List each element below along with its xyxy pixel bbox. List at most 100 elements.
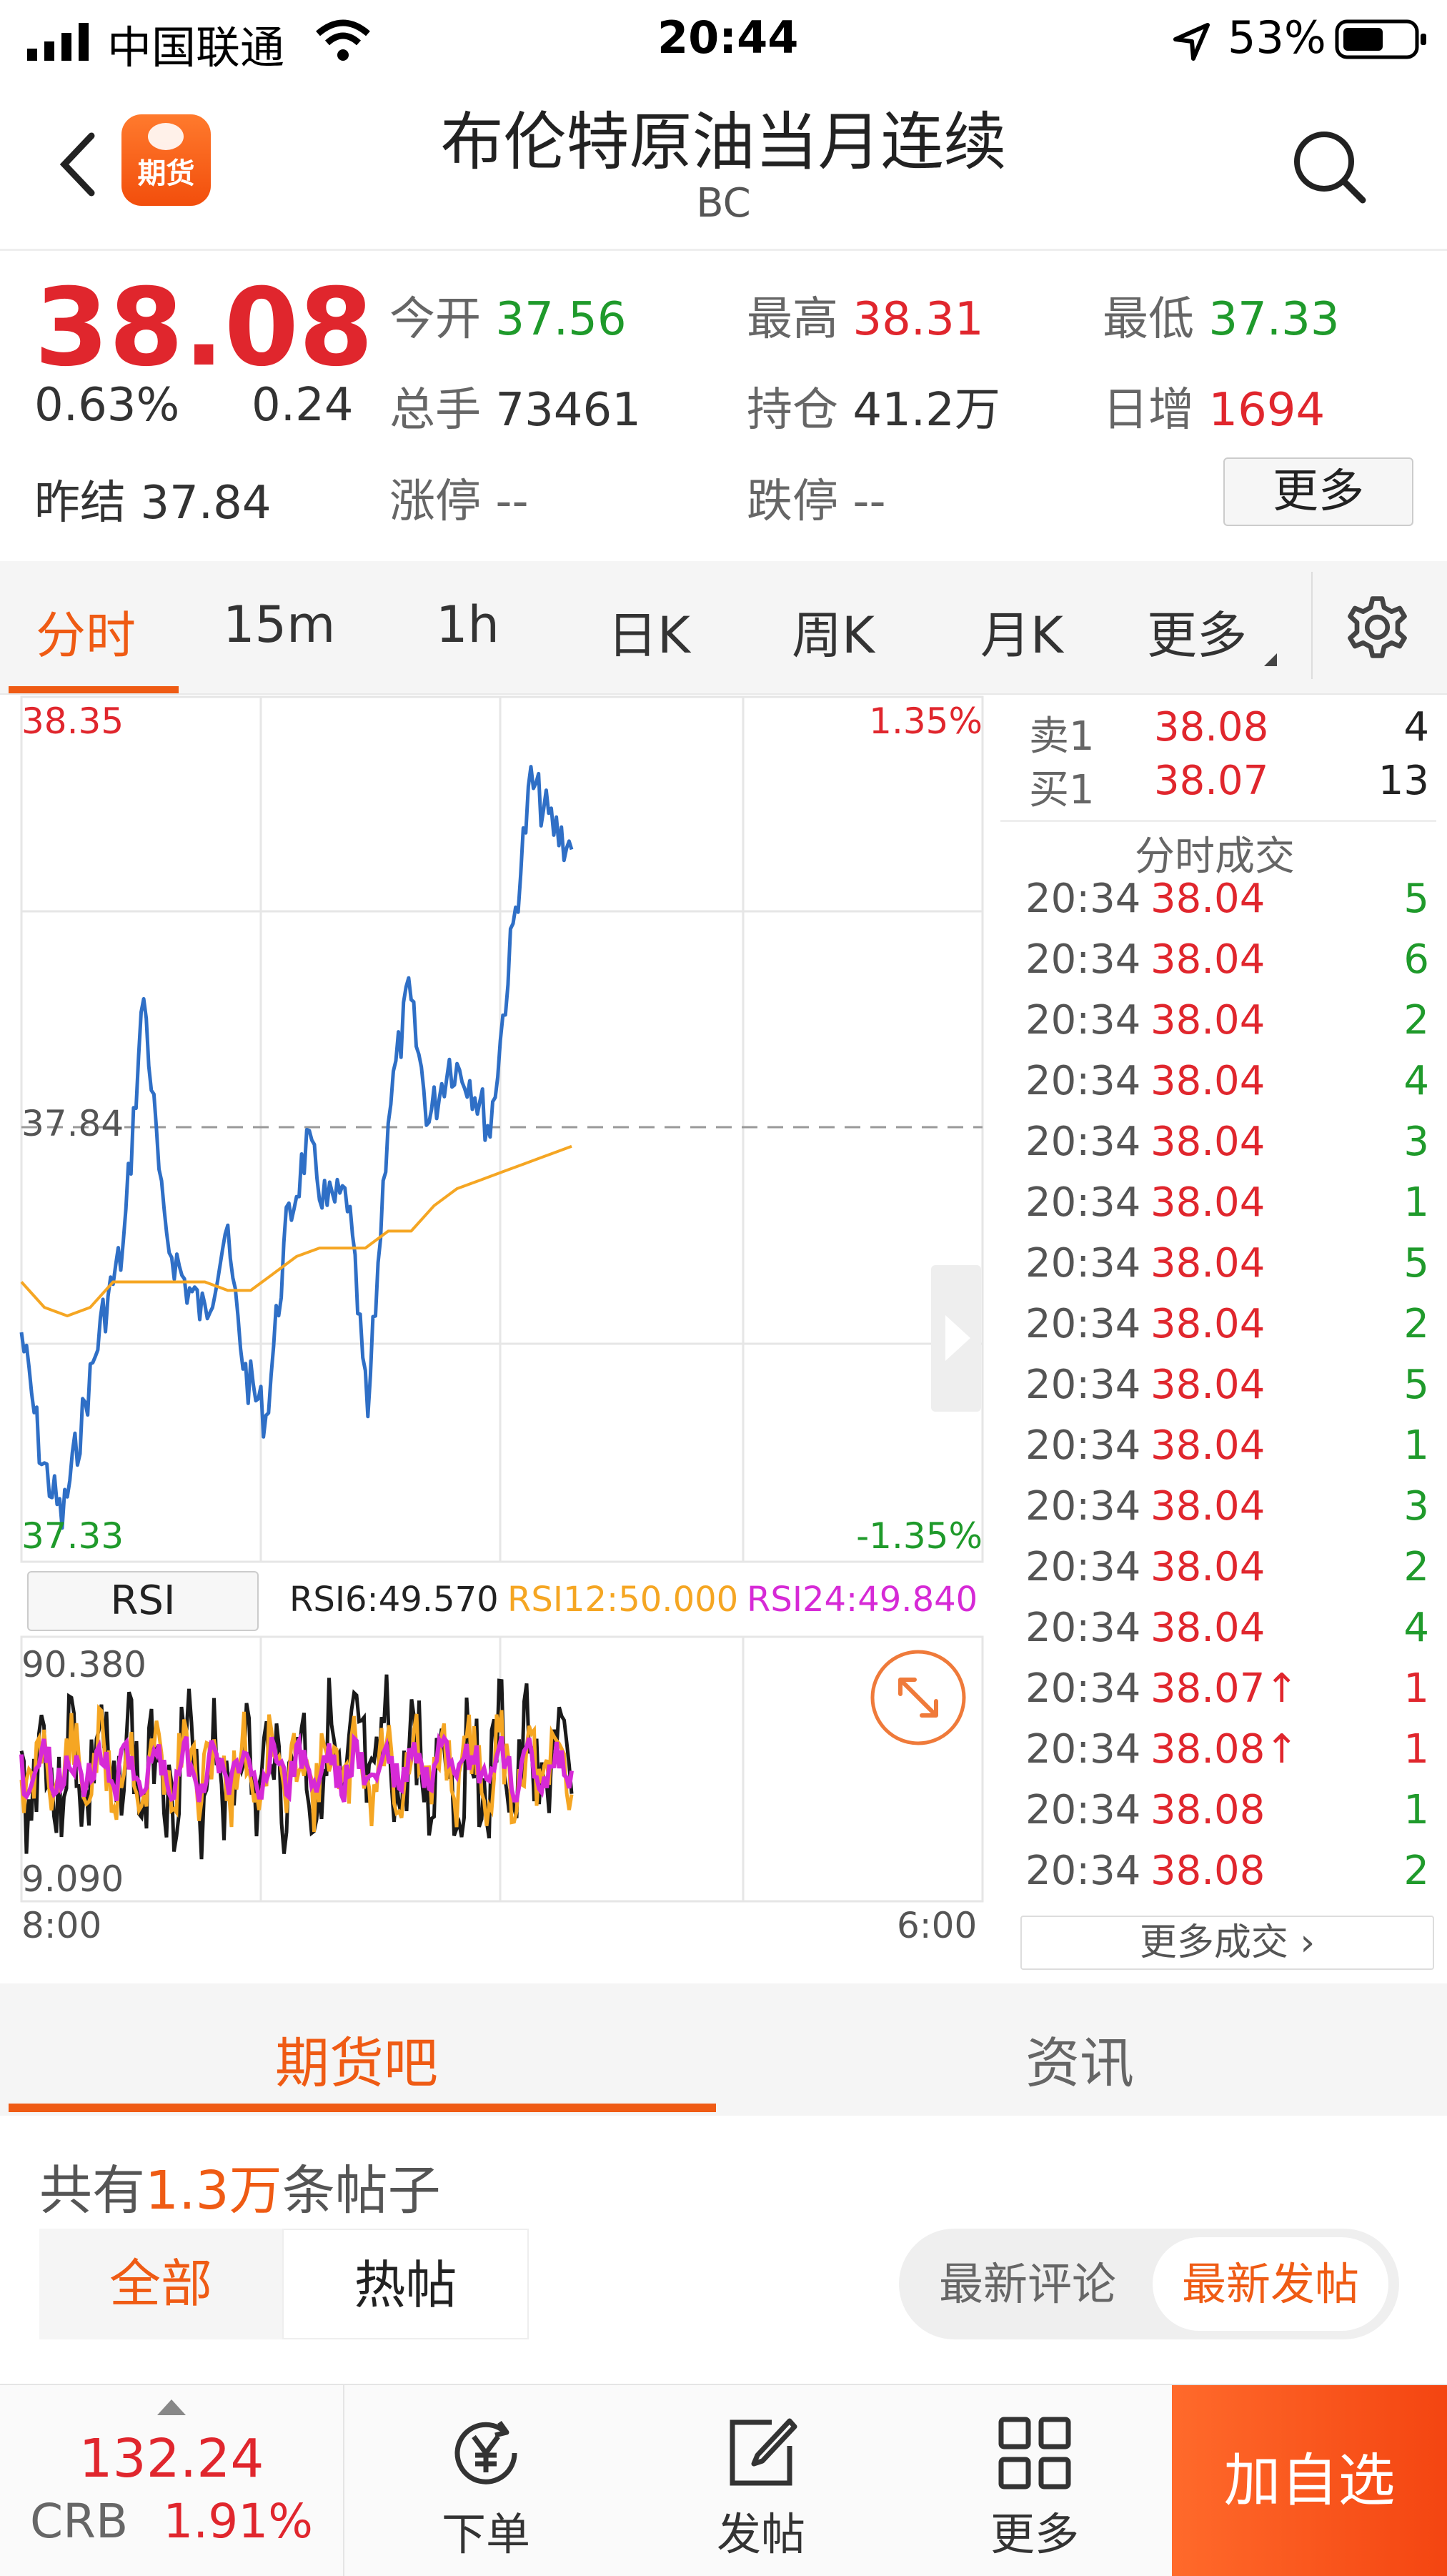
pct-top-label: 1.35%: [869, 700, 983, 742]
tab-daily-k[interactable]: 日K: [607, 595, 690, 668]
tab-monthly-k[interactable]: 月K: [980, 595, 1063, 668]
volume: 总手 73461: [389, 373, 641, 439]
more-button[interactable]: 更多: [963, 2385, 1106, 2576]
price-line: [19, 765, 574, 1530]
yen-cycle-icon: [454, 2420, 517, 2485]
tick-row: 20:34 38.04 2: [1000, 997, 1429, 1058]
bottom-toolbar: 132.24 CRB 1.91% 下单 发帖 更多 加自选: [0, 2384, 1447, 2576]
expand-panel-button[interactable]: [931, 1265, 981, 1412]
tab-more[interactable]: 更多: [1147, 595, 1278, 668]
tick-volume: 2: [1403, 997, 1429, 1044]
sort-latest-comment[interactable]: 最新评论: [910, 2237, 1145, 2331]
tick-time: 20:34: [1025, 1483, 1141, 1530]
tick-row: 20:34 38.08 2: [1000, 1848, 1429, 1908]
location-arrow-icon: [1173, 23, 1210, 61]
fullscreen-expand-icon[interactable]: [868, 1648, 968, 1748]
tab-news[interactable]: 资讯: [1025, 2019, 1134, 2098]
crb-index-widget[interactable]: 132.24 CRB 1.91%: [0, 2385, 344, 2576]
ask-label: 卖1: [1029, 713, 1095, 760]
tick-row: 20:34 38.04 3: [1000, 1483, 1429, 1544]
battery-percent: 53%: [1228, 11, 1326, 64]
tab-more-label: 更多: [1147, 606, 1247, 665]
intraday-chart[interactable]: 38.35 37.84 37.33 1.35% -1.35% RSI RSI6:…: [0, 693, 990, 1980]
tick-price: 38.04: [1150, 1119, 1265, 1165]
tick-volume: 2: [1403, 1301, 1429, 1347]
tick-volume: 3: [1403, 1483, 1429, 1530]
tick-price: 38.08: [1150, 1848, 1265, 1894]
tick-row: 20:34 38.04 2: [1000, 1301, 1429, 1362]
tick-volume: 4: [1403, 1058, 1429, 1104]
crb-percent: 1.91%: [163, 2494, 313, 2549]
tick-price: 38.04: [1150, 936, 1265, 983]
ticks-title: 分时成交: [1135, 833, 1295, 880]
tab-intraday[interactable]: 分时: [36, 595, 136, 668]
y-axis-mid-label: 37.84: [21, 1103, 124, 1144]
prev-settle-value: 37.84: [140, 477, 272, 530]
tick-volume: 5: [1403, 876, 1429, 922]
tick-row: 20:34 38.04 5: [1000, 1240, 1429, 1301]
sort-latest-post[interactable]: 最新发帖: [1153, 2237, 1388, 2331]
tick-volume: 2: [1403, 1544, 1429, 1590]
open-value: 37.56: [495, 293, 627, 346]
add-watchlist-button[interactable]: 加自选: [1172, 2385, 1447, 2576]
tick-price: 38.04: [1150, 997, 1265, 1044]
chevron-right-icon: [945, 1315, 970, 1361]
forum-tab-indicator: [9, 2104, 716, 2112]
tick-volume: 6: [1403, 936, 1429, 983]
rsi24-value: RSI24:49.840: [747, 1580, 978, 1620]
average-price-line: [20, 1144, 572, 1317]
tick-time: 20:34: [1025, 1848, 1141, 1894]
tick-volume: 1: [1403, 1179, 1429, 1226]
tick-row: 20:34 38.04 1: [1000, 1422, 1429, 1483]
prev-settle: 昨结 37.84: [34, 466, 272, 532]
indicator-select-button[interactable]: RSI: [27, 1571, 259, 1631]
order-button[interactable]: 下单: [414, 2385, 557, 2576]
settings-gear-icon[interactable]: [1343, 593, 1411, 661]
high-label: 最高: [747, 293, 838, 346]
tab-indicator: [9, 686, 179, 693]
tab-weekly-k[interactable]: 周K: [792, 595, 875, 668]
tab-futures-forum[interactable]: 期货吧: [275, 2019, 438, 2098]
tick-row: 20:34 38.04 1: [1000, 1179, 1429, 1240]
grid-icon: [998, 2417, 1071, 2490]
x-axis-start-label: 8:00: [21, 1905, 102, 1946]
open: 今开 37.56: [389, 282, 627, 348]
tick-row: 20:34 38.04 4: [1000, 1058, 1429, 1119]
tick-price: 38.04: [1150, 1544, 1265, 1590]
open-interest: 持仓 41.2万: [747, 373, 1000, 439]
period-tabs: 分时 15m 1h 日K 周K 月K 更多: [0, 561, 1447, 695]
dropdown-corner-icon: [1264, 653, 1278, 666]
tick-volume: 1: [1403, 1422, 1429, 1469]
tick-time: 20:34: [1025, 1665, 1141, 1712]
tick-row: 20:34 38.04 5: [1000, 876, 1429, 936]
tick-time: 20:34: [1025, 1179, 1141, 1226]
low: 最低 37.33: [1103, 282, 1340, 348]
posts-section: 共有1.3万条帖子 全部 热帖 最新评论 最新发帖: [0, 2116, 1447, 2387]
y-axis-top-label: 38.35: [21, 700, 124, 742]
tick-row: 20:34 38.04 2: [1000, 1544, 1429, 1605]
search-icon[interactable]: [1290, 127, 1368, 206]
instrument-code: BC: [696, 180, 751, 227]
filter-all[interactable]: 全部: [39, 2229, 282, 2339]
high: 最高 38.31: [747, 282, 984, 348]
tick-row: 20:34 38.08 1: [1000, 1787, 1429, 1848]
tick-row: 20:34 38.07↑ 1: [1000, 1665, 1429, 1726]
order-book-panel: 卖1 38.08 4 买1 38.07 13 分时成交 20:34 38.04 5 2…: [1000, 697, 1447, 1980]
limit-down: 跌停 --: [747, 465, 886, 530]
filter-hot[interactable]: 热帖: [282, 2229, 529, 2339]
change-amount: 0.24: [252, 379, 354, 432]
clock: 20:44: [657, 11, 799, 64]
quote-more-button[interactable]: 更多: [1223, 457, 1413, 526]
tick-time: 20:34: [1025, 1787, 1141, 1833]
tick-time: 20:34: [1025, 936, 1141, 983]
prev-settle-label: 昨结: [34, 477, 126, 530]
tab-15m[interactable]: 15m: [223, 595, 335, 654]
daily-inc-value: 1694: [1208, 384, 1326, 437]
more-trades-button[interactable]: 更多成交 ›: [1020, 1916, 1434, 1970]
bid-label: 买1: [1029, 767, 1095, 813]
tick-time: 20:34: [1025, 1362, 1141, 1408]
post-button[interactable]: 发帖: [690, 2385, 832, 2576]
tick-price: 38.04: [1150, 1605, 1265, 1651]
bid-price: 38.07: [1154, 758, 1269, 804]
tab-1h[interactable]: 1h: [436, 595, 499, 654]
